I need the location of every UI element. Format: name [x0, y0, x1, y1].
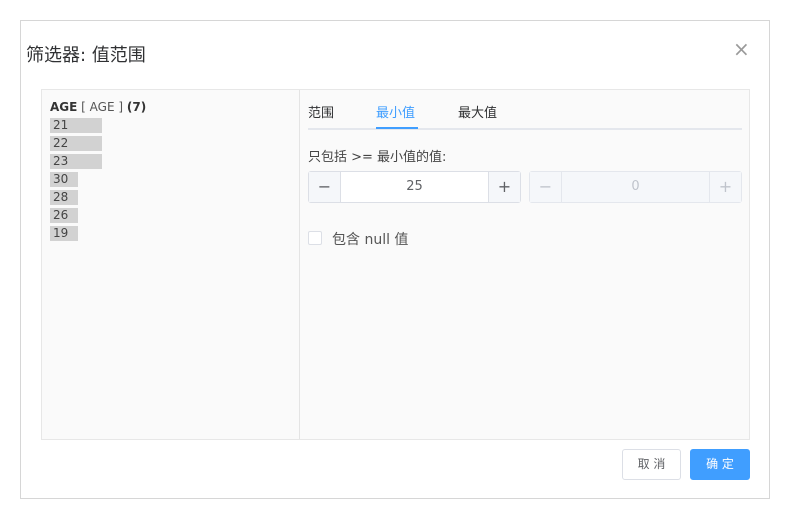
- value-item[interactable]: 21: [50, 118, 102, 133]
- min-description: 只包括 >= 最小值的值:: [308, 150, 447, 165]
- filter-dialog: 筛选器: 值范围 × AGE [ AGE ] (7) 21 22 23 30 2…: [20, 20, 770, 499]
- value-item[interactable]: 22: [50, 136, 102, 151]
- values-pane: AGE [ AGE ] (7) 21 22 23 30 28 26 19: [42, 90, 300, 439]
- field-name: AGE: [50, 100, 78, 114]
- close-icon[interactable]: ×: [733, 39, 750, 59]
- decrement-button[interactable]: −: [309, 172, 341, 202]
- max-value-stepper: − 0 +: [529, 171, 742, 203]
- value-list: 21 22 23 30 28 26 19: [50, 118, 102, 244]
- value-item[interactable]: 28: [50, 190, 78, 205]
- include-null-label[interactable]: 包含 null 值: [332, 229, 408, 249]
- value-item[interactable]: 23: [50, 154, 102, 169]
- min-value-stepper: − 25 +: [308, 171, 521, 203]
- tab-min[interactable]: 最小值: [376, 102, 415, 121]
- increment-button-disabled: +: [709, 172, 741, 202]
- decrement-button-disabled: −: [530, 172, 562, 202]
- max-value-input: 0: [563, 172, 708, 202]
- active-tab-indicator: [376, 127, 418, 129]
- min-value-input[interactable]: 25: [342, 172, 487, 202]
- tab-max[interactable]: 最大值: [458, 102, 497, 121]
- tab-bar: 范围 最小值 最大值: [308, 90, 742, 130]
- field-count: (7): [126, 100, 147, 114]
- field-alias: [ AGE ]: [81, 100, 124, 114]
- include-null-checkbox[interactable]: [308, 231, 322, 245]
- value-item[interactable]: 30: [50, 172, 78, 187]
- cancel-button[interactable]: 取 消: [622, 449, 681, 480]
- value-item[interactable]: 26: [50, 208, 78, 223]
- value-item[interactable]: 19: [50, 226, 78, 241]
- tab-range[interactable]: 范围: [308, 102, 334, 121]
- ok-button[interactable]: 确 定: [690, 449, 750, 480]
- range-pane: 范围 最小值 最大值 只包括 >= 最小值的值: − 25 + − 0 + 包含…: [308, 90, 742, 439]
- dialog-body: AGE [ AGE ] (7) 21 22 23 30 28 26 19 范围 …: [41, 89, 750, 440]
- dialog-title: 筛选器: 值范围: [26, 45, 146, 66]
- field-header: AGE [ AGE ] (7): [50, 100, 146, 114]
- increment-button[interactable]: +: [488, 172, 520, 202]
